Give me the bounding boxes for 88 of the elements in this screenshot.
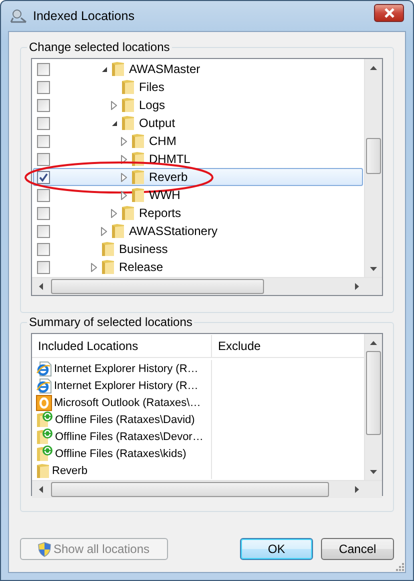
group-title: Summary of selected locations xyxy=(28,315,194,329)
expand-arrow-icon[interactable] xyxy=(111,100,117,110)
column-header[interactable]: Included Locations xyxy=(32,335,212,357)
location-cell[interactable]: Internet Explorer History (R… xyxy=(32,360,212,377)
scroll-left-icon[interactable] xyxy=(38,283,42,290)
folder-icon xyxy=(121,115,135,131)
location-cell[interactable]: Offline Files (Rataxes\kids) xyxy=(32,445,212,462)
location-cell[interactable]: Internet Explorer History (R… xyxy=(32,377,212,394)
tree-item[interactable]: Reports xyxy=(33,204,363,222)
check-icon xyxy=(39,172,48,182)
expand-arrow-icon[interactable] xyxy=(121,136,127,146)
resize-grip-icon[interactable] xyxy=(395,562,404,571)
checkbox[interactable] xyxy=(37,80,50,94)
shield-icon xyxy=(38,542,52,556)
mail-app-icon xyxy=(36,394,52,410)
dialog-button[interactable]: OK xyxy=(240,538,313,560)
folder-icon xyxy=(101,259,115,275)
checkbox[interactable] xyxy=(37,242,50,256)
horizontal-scrollbar[interactable] xyxy=(32,480,382,498)
location-cell[interactable]: Offline Files (Rataxes\Devor… xyxy=(32,428,212,445)
collapse-arrow-icon[interactable] xyxy=(110,120,118,126)
scroll-right-icon[interactable] xyxy=(354,283,358,290)
checkbox[interactable] xyxy=(37,224,50,238)
tree-item[interactable]: AWASStationery xyxy=(33,222,363,240)
location-cell[interactable]: Microsoft Outlook (Rataxes\… xyxy=(32,394,212,411)
tree-item[interactable]: DHMTL xyxy=(33,150,363,168)
tree-item[interactable]: Files xyxy=(33,78,363,96)
tree-item[interactable]: Business xyxy=(33,240,363,258)
scroll-down-icon[interactable] xyxy=(370,470,377,474)
expand-arrow-icon[interactable] xyxy=(121,154,127,164)
tree-item[interactable]: Release xyxy=(33,258,363,276)
expand-arrow-icon[interactable] xyxy=(111,208,117,218)
scrollbar-thumb[interactable] xyxy=(366,351,381,435)
checkbox[interactable] xyxy=(37,134,50,148)
folder-icon xyxy=(121,205,135,221)
browser-page-icon xyxy=(36,378,52,394)
checkbox[interactable] xyxy=(37,116,50,130)
folder-icon xyxy=(111,61,125,77)
group-title: Change selected locations xyxy=(28,40,171,54)
scrollbar-thumb[interactable] xyxy=(51,482,329,497)
checkbox[interactable] xyxy=(37,152,50,166)
close-button[interactable] xyxy=(374,4,404,22)
expand-arrow-icon[interactable] xyxy=(121,172,127,182)
horizontal-scrollbar[interactable] xyxy=(32,277,382,295)
folder-icon xyxy=(101,241,115,257)
checkbox[interactable] xyxy=(37,188,50,202)
sync-folder-icon xyxy=(36,445,53,462)
scroll-right-icon[interactable] xyxy=(354,486,358,493)
close-icon xyxy=(384,8,394,18)
folder-icon xyxy=(131,133,145,149)
checkbox[interactable] xyxy=(37,206,50,220)
scroll-up-icon[interactable] xyxy=(370,340,377,344)
expand-arrow-icon[interactable] xyxy=(101,226,107,236)
scrollbar-thumb[interactable] xyxy=(51,279,264,294)
sync-folder-icon xyxy=(36,411,53,428)
scroll-down-icon[interactable] xyxy=(370,266,377,270)
scroll-left-icon[interactable] xyxy=(38,486,42,493)
sync-folder-icon xyxy=(36,428,53,445)
tree-item[interactable]: Output xyxy=(33,114,363,132)
folder-icon xyxy=(111,223,125,239)
vertical-scrollbar[interactable] xyxy=(364,59,382,277)
tree-item[interactable]: Reverb xyxy=(33,168,363,186)
folder-icon xyxy=(131,187,145,203)
folder-icon xyxy=(131,169,145,185)
scroll-up-icon[interactable] xyxy=(370,66,377,70)
expand-arrow-icon[interactable] xyxy=(121,190,127,200)
vertical-scrollbar[interactable] xyxy=(364,334,382,480)
tree-item[interactable]: CHM xyxy=(33,132,363,150)
collapse-arrow-icon[interactable] xyxy=(100,66,108,72)
checkbox[interactable] xyxy=(37,62,50,76)
folder-icon xyxy=(36,462,50,478)
tree-item[interactable]: AWASMaster xyxy=(33,60,363,78)
search-location-icon xyxy=(10,8,27,24)
checkbox[interactable] xyxy=(37,260,50,274)
scrollbar-thumb[interactable] xyxy=(366,138,381,174)
folder-icon xyxy=(121,79,135,95)
column-header[interactable]: Exclude xyxy=(212,335,364,357)
dialog-button[interactable]: Cancel xyxy=(321,538,394,560)
tree-item[interactable]: WWH xyxy=(33,186,363,204)
checkbox[interactable] xyxy=(37,98,50,112)
location-cell[interactable]: Reverb xyxy=(32,462,212,479)
browser-page-icon xyxy=(36,360,52,376)
window-title: Indexed Locations xyxy=(33,9,134,23)
location-cell[interactable]: Offline Files (Rataxes\David) xyxy=(32,411,212,428)
expand-arrow-icon[interactable] xyxy=(91,262,97,272)
tree-item[interactable]: Logs xyxy=(33,96,363,114)
folder-icon xyxy=(121,97,135,113)
checkbox[interactable] xyxy=(37,170,50,184)
